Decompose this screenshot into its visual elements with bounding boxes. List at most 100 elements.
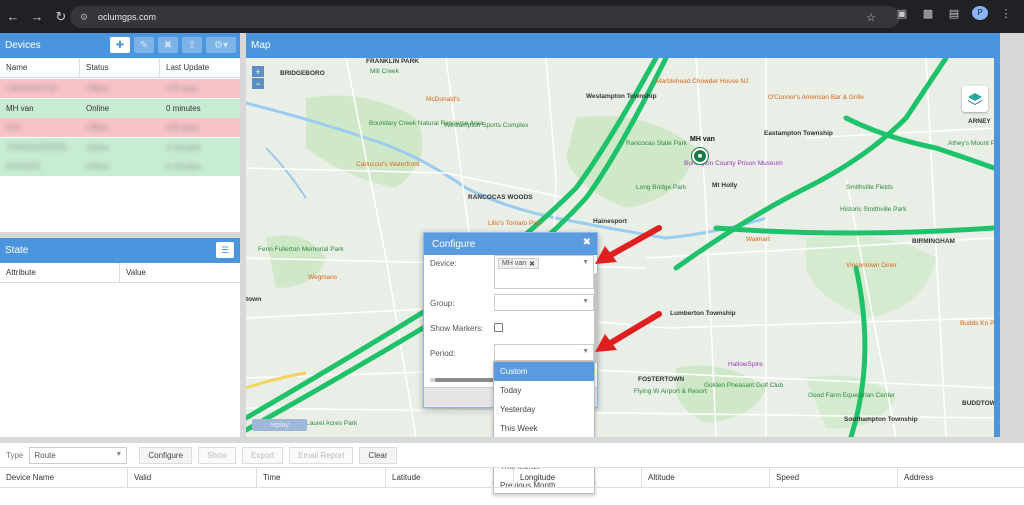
back-icon[interactable]: ← bbox=[2, 6, 24, 28]
map-label[interactable]: Lumberton Township bbox=[670, 310, 736, 317]
tabs-icon[interactable]: ▣ bbox=[894, 7, 910, 20]
add-device-button[interactable]: ✚ bbox=[110, 37, 130, 53]
table-row[interactable]: DKN1825 Online 0 minutes bbox=[0, 157, 240, 176]
map-label[interactable]: FOSTERTOWN bbox=[638, 376, 684, 383]
period-option[interactable]: Today bbox=[494, 381, 594, 400]
group-select[interactable]: ▼ bbox=[494, 294, 594, 311]
map-label[interactable]: Southampton Township bbox=[844, 416, 918, 423]
column-address[interactable]: Address bbox=[898, 468, 1024, 487]
map-label[interactable]: Long Bridge Park bbox=[636, 184, 686, 191]
layers-button[interactable] bbox=[962, 86, 988, 112]
forward-icon[interactable]: → bbox=[26, 6, 48, 28]
map-label[interactable]: ARNEY bbox=[968, 118, 991, 125]
email-report-button[interactable]: Email Report bbox=[289, 446, 354, 464]
sidepanel-icon[interactable]: ▤ bbox=[946, 7, 962, 20]
map-label[interactable]: FRANKLIN PARK bbox=[366, 58, 419, 65]
column-time[interactable]: Time bbox=[257, 468, 386, 487]
map-label[interactable]: Golden Pheasant Golf Club bbox=[704, 382, 783, 389]
period-option[interactable]: Yesterday bbox=[494, 400, 594, 419]
map-label[interactable]: O'Connor's American Bar & Grille bbox=[768, 94, 864, 101]
map-label[interactable]: Historic Smithville Park bbox=[840, 206, 906, 213]
reload-icon[interactable]: ↻ bbox=[50, 6, 72, 28]
period-option[interactable]: This Week bbox=[494, 419, 594, 438]
map-label[interactable]: BIRMINGHAM bbox=[912, 238, 955, 245]
table-row[interactable]: GB4D6HE73E Offline 176 days bbox=[0, 79, 240, 98]
column-valid[interactable]: Valid bbox=[128, 468, 257, 487]
map-label[interactable]: town bbox=[246, 296, 261, 303]
column-longitude[interactable]: Longitude bbox=[514, 468, 642, 487]
right-splitter[interactable] bbox=[994, 33, 1024, 437]
table-row[interactable]: MH van Online 0 minutes bbox=[0, 98, 240, 118]
column-status[interactable]: Status bbox=[80, 58, 160, 77]
map-label[interactable]: Budds Kn P & Country M bbox=[960, 320, 994, 327]
map-label[interactable]: Carluccio's Waterfront bbox=[356, 161, 420, 168]
show-markers-checkbox[interactable] bbox=[494, 323, 503, 332]
device-tag[interactable]: MH van ✖ bbox=[498, 258, 539, 269]
map-label[interactable]: Wegmans bbox=[308, 274, 337, 281]
devices-grid-header: Name Status Last Update bbox=[0, 58, 240, 78]
show-button[interactable]: Show bbox=[198, 446, 237, 464]
map-label[interactable]: Athey's Mount Park bbox=[948, 140, 994, 147]
map-label[interactable]: Flying W Airport & Resort bbox=[634, 388, 707, 395]
column-value[interactable]: Value bbox=[120, 263, 240, 282]
map-label[interactable]: McDonald's bbox=[426, 96, 460, 103]
map-label[interactable]: Westampton Sports Complex bbox=[444, 122, 528, 129]
column-latitude[interactable]: Latitude bbox=[386, 468, 514, 487]
show-markers-label: Show Markers: bbox=[430, 324, 484, 333]
map-label[interactable]: Eastampton Township bbox=[764, 130, 833, 137]
zoom-in-button[interactable]: + bbox=[252, 66, 264, 77]
map-label[interactable]: Good Farm Equestrian Center bbox=[808, 392, 895, 399]
extensions-icon[interactable]: ▩ bbox=[920, 7, 936, 20]
state-panel-header: State ☰ bbox=[0, 238, 240, 263]
url-text: oclumgps.com bbox=[98, 12, 157, 22]
tag-remove-icon[interactable]: ✖ bbox=[529, 260, 535, 268]
replay-button[interactable]: replay bbox=[252, 419, 307, 431]
map-label[interactable]: Fenn Fullerton Memorial Park bbox=[258, 246, 344, 253]
clear-button[interactable]: Clear bbox=[359, 446, 397, 464]
upload-button[interactable]: ⇪ bbox=[182, 37, 202, 53]
map-label[interactable]: Westampton Township bbox=[586, 93, 657, 100]
map-label[interactable]: Vincentown Diner bbox=[846, 262, 897, 269]
map-label[interactable]: Mt Holly bbox=[712, 182, 737, 189]
map-label[interactable]: HallowSpire bbox=[728, 361, 763, 368]
device-marker-icon[interactable]: ■ bbox=[692, 148, 708, 164]
table-row[interactable]: 7HA5DLEFERRL Online 2 minutes bbox=[0, 137, 240, 157]
address-bar[interactable]: ⚙ oclumgps.com ☆ bbox=[70, 6, 900, 28]
star-icon[interactable]: ☆ bbox=[866, 11, 876, 24]
site-settings-icon[interactable]: ⚙ bbox=[78, 11, 90, 23]
cell-status: Online bbox=[86, 162, 110, 171]
map-label[interactable]: RANCOCAS WOODS bbox=[468, 194, 533, 201]
map-label[interactable]: Lillo's Tomato Pies bbox=[488, 220, 542, 227]
report-type-select[interactable]: Route ▼ bbox=[29, 446, 128, 464]
map-label[interactable]: Mill Creek bbox=[370, 68, 399, 75]
state-menu-button[interactable]: ☰ bbox=[216, 242, 234, 258]
device-settings-button[interactable]: ⚙▾ bbox=[206, 37, 236, 53]
table-row[interactable]: DZ1 Offline 148 days bbox=[0, 118, 240, 137]
column-last-update[interactable]: Last Update bbox=[160, 58, 240, 77]
column-speed[interactable]: Speed bbox=[770, 468, 898, 487]
profile-icon[interactable]: P bbox=[972, 6, 988, 20]
period-option[interactable]: Custom bbox=[494, 362, 594, 381]
column-altitude[interactable]: Altitude bbox=[642, 468, 770, 487]
close-icon[interactable]: ✖ bbox=[583, 237, 591, 248]
column-device-name[interactable]: Device Name bbox=[0, 468, 128, 487]
configure-button[interactable]: Configure bbox=[139, 446, 193, 464]
cell-last-update: 0 minutes bbox=[166, 103, 201, 113]
device-select[interactable]: MH van ✖ ▼ bbox=[494, 255, 594, 289]
remove-device-button[interactable]: ✖ bbox=[158, 37, 178, 53]
map-label[interactable]: Laurel Acres Park bbox=[306, 420, 357, 427]
zoom-out-button[interactable]: − bbox=[252, 78, 264, 89]
map-label[interactable]: BUDDTOWN bbox=[962, 400, 994, 407]
column-attribute[interactable]: Attribute bbox=[0, 263, 120, 282]
export-button[interactable]: Export bbox=[242, 446, 284, 464]
map-label[interactable]: Walmart bbox=[746, 236, 770, 243]
edit-device-button[interactable]: ✎ bbox=[134, 37, 154, 53]
period-select[interactable]: ▼ bbox=[494, 344, 594, 361]
map-label[interactable]: Rancocas State Park bbox=[626, 140, 687, 147]
dialog-title-bar[interactable]: Configure ✖ bbox=[424, 233, 597, 255]
map-label[interactable]: BRIDGEBORO bbox=[280, 70, 325, 77]
map-label[interactable]: Smithville Fields bbox=[846, 184, 893, 191]
map-label[interactable]: Marblehead Chowder House NJ bbox=[656, 78, 749, 85]
column-name[interactable]: Name bbox=[0, 58, 80, 77]
menu-icon[interactable]: ⋮ bbox=[998, 7, 1014, 20]
